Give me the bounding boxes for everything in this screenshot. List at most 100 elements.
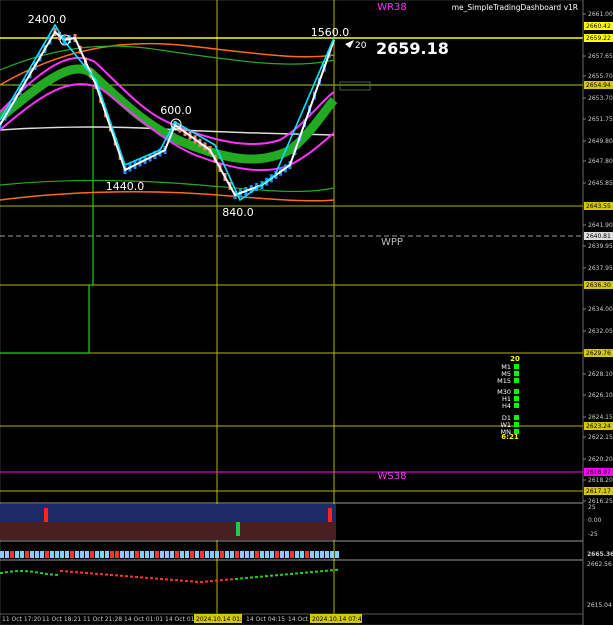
strip-cell <box>275 551 279 558</box>
trend-dot <box>270 574 273 577</box>
price-axis-label: 2651.75 <box>588 116 613 123</box>
trend-dot <box>10 570 13 573</box>
strip-cell <box>130 551 134 558</box>
strip-cell <box>315 551 319 558</box>
trend-dot <box>80 571 83 574</box>
timeframe-panel: 20 M1M5M15M30H1H4D1W1MN 6:21 <box>497 355 520 441</box>
strip-cell <box>135 551 139 558</box>
trend-dot <box>210 580 213 583</box>
time-axis-label: 14 Oct <box>288 616 309 623</box>
trend-dot <box>200 581 203 583</box>
strip-cell <box>285 551 289 558</box>
strip-cell <box>230 551 234 558</box>
trend-dot <box>45 572 48 575</box>
current-price-label: 2659.18 <box>376 39 449 58</box>
trend-dot <box>130 575 133 578</box>
price-axis-label: 2622.15 <box>588 434 613 441</box>
strip-cell <box>265 551 269 558</box>
trend-dot <box>305 571 308 574</box>
trend-dot <box>100 573 103 576</box>
trend-dot <box>50 573 53 576</box>
trend-dot <box>285 573 288 576</box>
trend-dot <box>30 570 33 573</box>
strip-cell <box>15 551 19 558</box>
strip-cell <box>95 551 99 558</box>
trend-dot <box>185 580 188 582</box>
price-tag-label: 2659.22 <box>586 35 611 42</box>
trend-dot <box>120 574 123 577</box>
trend-dot <box>155 577 158 580</box>
trend-dot <box>165 578 168 581</box>
trend-dot <box>35 571 38 574</box>
trend-dot <box>215 579 218 582</box>
oscillator-panel <box>0 502 583 542</box>
strip-cell <box>25 551 29 558</box>
strip-cell <box>260 551 264 558</box>
trend-dot <box>65 570 68 573</box>
trend-dot <box>265 575 268 578</box>
oscillator-axis-label: 0.00 <box>588 517 602 524</box>
zigzag-label: 1440.0 <box>106 180 145 193</box>
trend-dot <box>335 568 338 571</box>
strip-cell <box>210 551 214 558</box>
strip-cell <box>0 551 4 558</box>
moving-averages <box>0 42 338 202</box>
lower-axis-label: 2615.04 <box>587 602 612 609</box>
trend-dot <box>280 573 283 576</box>
strip-cell <box>90 551 94 558</box>
trend-dot <box>115 574 118 577</box>
price-tag-label: 2617.17 <box>586 488 611 495</box>
strip-cell <box>205 551 209 558</box>
strip-cell <box>180 551 184 558</box>
strip-cell <box>270 551 274 558</box>
trading-chart[interactable]: 2400.0 1560.0 600.0 1440.0 840.0 WR38 WP… <box>0 0 613 625</box>
strip-cell <box>305 551 309 558</box>
countdown-value: 20 <box>355 41 367 51</box>
strip-cell <box>185 551 189 558</box>
trend-dot <box>60 570 63 572</box>
timeframe-count: 20 <box>510 355 520 363</box>
price-axis-label: 2657.65 <box>588 53 613 60</box>
time-axis-label: 11 Oct 21:28 <box>83 616 122 623</box>
strip-cell <box>335 551 339 558</box>
price-tag-label: 2654.94 <box>586 82 611 89</box>
strip-cell <box>175 551 179 558</box>
trend-dot <box>110 574 113 576</box>
strip-cell <box>195 551 199 558</box>
price-tag-label: 2618.97 <box>586 469 611 476</box>
strip-cell <box>120 551 124 558</box>
time-axis-label: 14 Oct 01:01 <box>124 616 163 623</box>
strip-cell <box>235 551 239 558</box>
price-axis-label: 2634.00 <box>588 306 613 313</box>
trend-dot <box>250 576 253 579</box>
trend-dot <box>290 572 293 575</box>
timeframe-status-icon <box>514 396 519 401</box>
oscillator-upper-zone <box>0 504 336 522</box>
trend-dot <box>205 580 208 583</box>
strip-cell <box>245 551 249 558</box>
price-axis-label: 2641.90 <box>588 222 613 229</box>
strip-cell <box>250 551 254 558</box>
strip-cell <box>70 551 74 558</box>
oscillator-axis-label: -25 <box>588 531 598 538</box>
strip-cell <box>80 551 84 558</box>
strip-cell <box>40 551 44 558</box>
strip-cell <box>170 551 174 558</box>
trend-dot <box>295 572 298 575</box>
oscillator-bar <box>328 508 332 522</box>
trend-dot <box>195 580 198 583</box>
price-tag-label: 2640.81 <box>586 233 611 240</box>
strip-cell <box>75 551 79 558</box>
price-arrow-icon <box>345 40 354 48</box>
strip-cell <box>300 551 304 558</box>
price-axis-label: 2624.15 <box>588 414 613 421</box>
timeframe-status-icon <box>514 371 519 376</box>
trend-dot <box>140 576 143 579</box>
trend-dot <box>105 573 108 576</box>
trend-dot <box>190 580 193 583</box>
price-axis-label: 2637.95 <box>588 265 613 272</box>
strip-cell <box>115 551 119 558</box>
trend-dot <box>95 572 98 575</box>
strip-cell <box>65 551 69 558</box>
trend-dot <box>25 570 28 573</box>
